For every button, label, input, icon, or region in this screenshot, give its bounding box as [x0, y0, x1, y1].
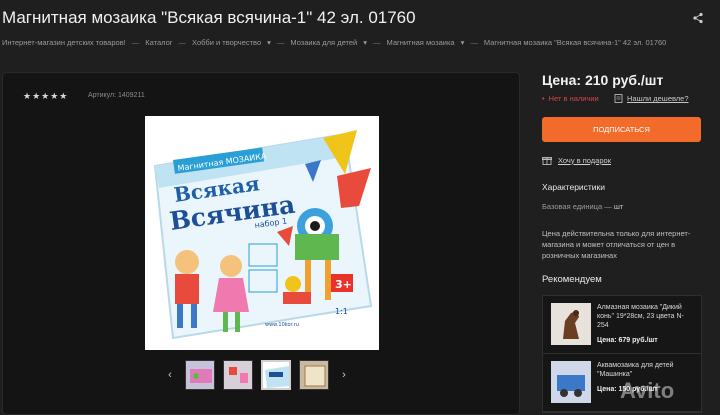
- rating-stars: ★★★★★: [23, 91, 69, 101]
- price-disclaimer: Цена действительна только для интернет-м…: [542, 229, 691, 260]
- breadcrumb-separator: —: [470, 38, 478, 47]
- chevron-down-icon[interactable]: ▾: [461, 38, 465, 47]
- box-age-label: 3+: [335, 278, 352, 291]
- share-icon[interactable]: [692, 12, 704, 24]
- gift-icon: [542, 157, 552, 165]
- chevron-left-icon[interactable]: ‹: [163, 360, 177, 390]
- product-image[interactable]: Магнитная МОЗАИКА Всякая Всячина набор 1…: [145, 116, 379, 350]
- stock-status-label: Нет в наличии: [548, 94, 599, 103]
- recommended-item-name[interactable]: Аквамозаика для детей "Машинка": [597, 361, 693, 379]
- recommended-item-name[interactable]: Алмазная мозаика "Дикий конь" 19*28см, 2…: [597, 303, 693, 330]
- breadcrumb-separator: —: [131, 38, 140, 47]
- recommended-item-image[interactable]: [551, 303, 591, 345]
- recommended-item-price: Цена: 679 руб./шт: [597, 337, 658, 344]
- breadcrumb-separator: —: [276, 38, 285, 47]
- chevron-down-icon[interactable]: ▾: [363, 38, 367, 47]
- dot-icon: •: [542, 94, 545, 103]
- breadcrumb-item[interactable]: Магнитная мозаика: [386, 38, 454, 47]
- thumbnail-strip: ‹ ›: [163, 360, 351, 390]
- characteristic-row: Базовая единица — шт: [542, 202, 623, 211]
- breadcrumb-item[interactable]: Каталог: [145, 38, 172, 47]
- found-cheaper-link[interactable]: Нашли дешевле?: [614, 94, 689, 103]
- breadcrumb-item-current: Магнитная мозаика "Всякая всячина-1" 42 …: [483, 38, 667, 47]
- thumbnail[interactable]: [185, 360, 215, 390]
- article-number: Артикул: 1409211: [88, 92, 145, 99]
- product-box-illustration: Магнитная МОЗАИКА Всякая Всячина набор 1…: [145, 116, 379, 350]
- characteristic-value: шт: [613, 202, 624, 211]
- breadcrumb-separator: —: [178, 38, 187, 47]
- breadcrumb-separator: —: [372, 38, 381, 47]
- recommended-item-image[interactable]: [551, 361, 591, 403]
- box-url-label: www.10kor.ru: [265, 322, 299, 328]
- found-cheaper-label[interactable]: Нашли дешевле?: [627, 94, 689, 103]
- characteristics-title: Характеристики: [542, 182, 606, 192]
- page-title: Магнитная мозаика "Всякая всячина-1" 42 …: [2, 8, 416, 27]
- chevron-down-icon[interactable]: ▾: [267, 38, 271, 47]
- recommended-title: Рекомендуем: [542, 274, 602, 285]
- document-icon: [614, 94, 623, 103]
- thumbnail[interactable]: [223, 360, 253, 390]
- recommended-item[interactable]: Алмазная мозаика "Дикий конь" 19*28см, 2…: [543, 296, 701, 354]
- breadcrumb-item[interactable]: Хобби и творчество: [192, 38, 261, 47]
- chevron-right-icon[interactable]: ›: [337, 360, 351, 390]
- subscribe-button[interactable]: ПОДПИСАТЬСЯ: [542, 117, 701, 142]
- stock-status: • Нет в наличии: [542, 94, 599, 103]
- characteristic-dash: —: [604, 202, 614, 211]
- thumbnail-active[interactable]: [261, 360, 291, 390]
- avito-watermark: Avito: [620, 378, 675, 403]
- gift-label[interactable]: Хочу в подарок: [558, 156, 611, 165]
- breadcrumb-item[interactable]: Интернет-магазин детских товаров!: [2, 38, 126, 47]
- product-gallery-panel: ★★★★★ Артикул: 1409211 Магнитная МОЗАИКА…: [2, 72, 520, 415]
- breadcrumb: Интернет-магазин детских товаров! — Ката…: [2, 38, 666, 47]
- gift-link[interactable]: Хочу в подарок: [542, 155, 611, 165]
- breadcrumb-item[interactable]: Мозаика для детей: [290, 38, 357, 47]
- box-ratio-label: 1:1: [335, 307, 348, 316]
- characteristic-label: Базовая единица: [542, 202, 603, 211]
- thumbnail[interactable]: [299, 360, 329, 390]
- product-price: Цена: 210 руб./шт: [542, 72, 664, 88]
